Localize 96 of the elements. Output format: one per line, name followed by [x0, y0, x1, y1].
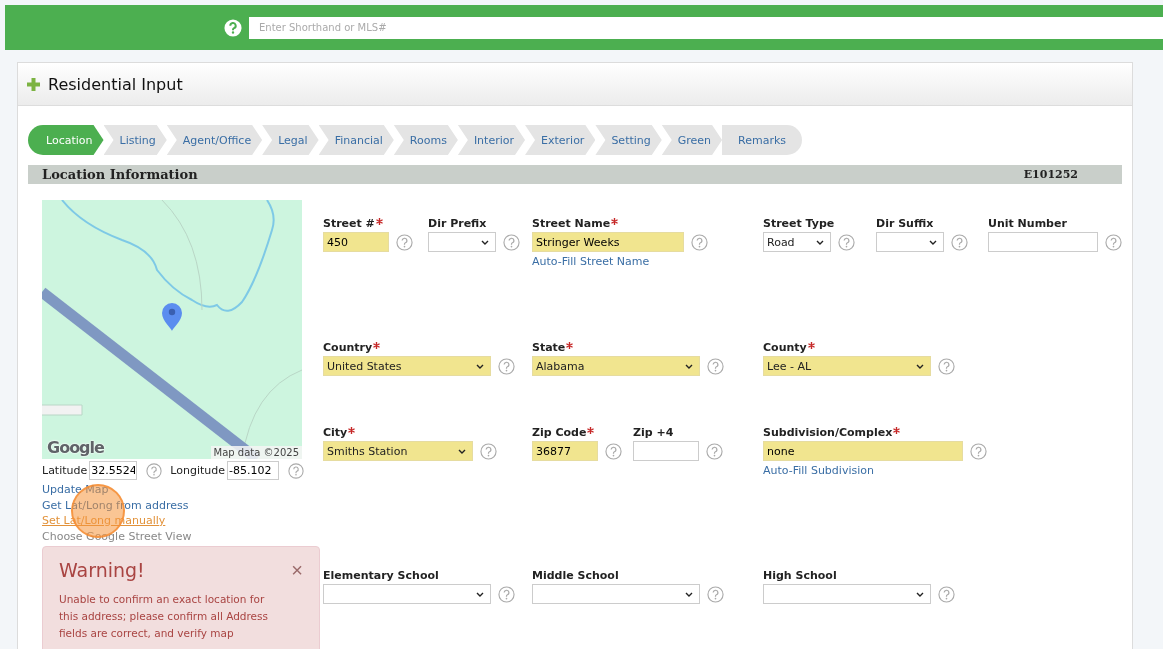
required-icon — [375, 218, 383, 225]
help-icon[interactable] — [146, 462, 163, 479]
field-label: Street # — [323, 217, 375, 230]
tab[interactable]: Exterior — [525, 125, 596, 155]
auto-fill-link[interactable]: Auto-Fill Street Name — [532, 255, 650, 268]
chevron-icon — [916, 591, 924, 597]
select-field[interactable] — [428, 232, 496, 252]
plus-icon — [27, 77, 40, 91]
field-label: High School — [763, 569, 837, 582]
field-label: City — [323, 426, 348, 439]
chevron-icon — [916, 363, 924, 369]
field-label: Country — [323, 341, 373, 354]
map-logo: Google — [47, 438, 104, 457]
help-icon[interactable] — [498, 585, 515, 603]
map-attribution: Map data ©2025 — [210, 446, 302, 459]
input-field[interactable]: Stringer Weeks — [532, 232, 684, 252]
help-icon[interactable] — [288, 462, 304, 479]
field-label: Street Name — [532, 217, 611, 230]
field-label: Zip +4 — [633, 426, 674, 439]
required-icon — [566, 342, 574, 349]
help-icon[interactable] — [224, 18, 242, 37]
help-icon[interactable] — [970, 442, 987, 460]
help-icon[interactable] — [706, 442, 723, 460]
tab[interactable]: Legal — [262, 125, 319, 155]
help-icon[interactable] — [938, 357, 955, 375]
help-icon[interactable] — [838, 233, 855, 251]
help-icon[interactable] — [707, 585, 724, 603]
coordinate-label: Latitude — [42, 464, 88, 477]
help-icon[interactable] — [480, 442, 497, 460]
auto-fill-link[interactable]: Auto-Fill Subdivision — [763, 464, 874, 477]
help-icon[interactable] — [691, 233, 708, 251]
tab[interactable]: Interior — [457, 125, 525, 155]
help-icon[interactable] — [1105, 233, 1122, 251]
select-field[interactable] — [532, 584, 700, 604]
chevron-icon — [458, 448, 466, 454]
chevron-icon — [476, 591, 484, 597]
section-title: Location Information — [42, 167, 198, 182]
help-icon[interactable] — [707, 357, 724, 375]
warning-title: Warning! — [59, 559, 145, 581]
input-field[interactable]: 36877 — [532, 441, 598, 461]
tab[interactable]: Rooms — [393, 125, 458, 155]
required-icon — [587, 427, 595, 434]
field-label: Subdivision/Complex — [763, 426, 893, 439]
help-icon[interactable] — [396, 233, 413, 251]
help-icon[interactable] — [938, 585, 955, 603]
tab[interactable]: Listing — [103, 125, 167, 155]
field-label: State — [532, 341, 566, 354]
tab[interactable]: Setting — [595, 125, 662, 155]
tab[interactable]: Agent/Office — [166, 125, 263, 155]
tab[interactable]: Location — [28, 125, 104, 155]
chevron-icon — [476, 363, 484, 369]
field-label: Unit Number — [988, 217, 1067, 230]
help-icon[interactable] — [605, 442, 622, 460]
search-field[interactable]: Enter Shorthand or MLS# — [249, 16, 1163, 39]
select-field[interactable]: United States — [323, 356, 491, 376]
input-field[interactable]: none — [763, 441, 963, 461]
chevron-icon — [685, 363, 693, 369]
select-field[interactable]: Alabama — [532, 356, 700, 376]
field-label: Middle School — [532, 569, 619, 582]
field-label: Dir Prefix — [428, 217, 487, 230]
required-icon — [348, 427, 356, 434]
input-field[interactable]: 450 — [323, 232, 389, 252]
help-icon[interactable] — [498, 357, 515, 375]
map-link[interactable]: Update Map — [42, 482, 323, 498]
field-label: Elementary School — [323, 569, 439, 582]
listing-id: E101252 — [1023, 168, 1078, 181]
input-field[interactable] — [988, 232, 1098, 252]
select-field[interactable] — [323, 584, 491, 604]
select-field[interactable]: Lee - AL — [763, 356, 931, 376]
field-label: Street Type — [763, 217, 835, 230]
help-icon[interactable] — [503, 233, 520, 251]
close-button[interactable]: × — [291, 560, 303, 580]
chevron-icon — [481, 239, 489, 245]
select-field[interactable] — [876, 232, 944, 252]
chevron-icon — [929, 239, 937, 245]
input-field[interactable] — [633, 441, 699, 461]
panel-title: Residential Input — [48, 74, 183, 94]
required-icon — [611, 218, 619, 225]
tab[interactable]: Financial — [318, 125, 394, 155]
required-icon — [893, 427, 901, 434]
help-icon[interactable] — [951, 233, 968, 251]
field-label: Zip Code — [532, 426, 587, 439]
tab[interactable]: Green — [661, 125, 723, 155]
select-field[interactable] — [763, 584, 931, 604]
coordinate-label: Longitude — [170, 464, 225, 477]
warning-message: Unable to confirm an exact location for this address; please confirm all Address fields are correct, and verify map — [59, 592, 269, 641]
field-label: County — [763, 341, 807, 354]
select-field[interactable]: Road — [763, 232, 831, 252]
tab[interactable]: Remarks — [722, 125, 803, 155]
required-icon — [373, 342, 381, 349]
select-field[interactable]: Smiths Station — [323, 441, 473, 461]
coordinate-field[interactable]: -85.102 — [227, 461, 279, 480]
field-label: Dir Suffix — [876, 217, 934, 230]
chevron-icon — [816, 239, 824, 245]
required-icon — [807, 342, 815, 349]
chevron-icon — [685, 591, 693, 597]
